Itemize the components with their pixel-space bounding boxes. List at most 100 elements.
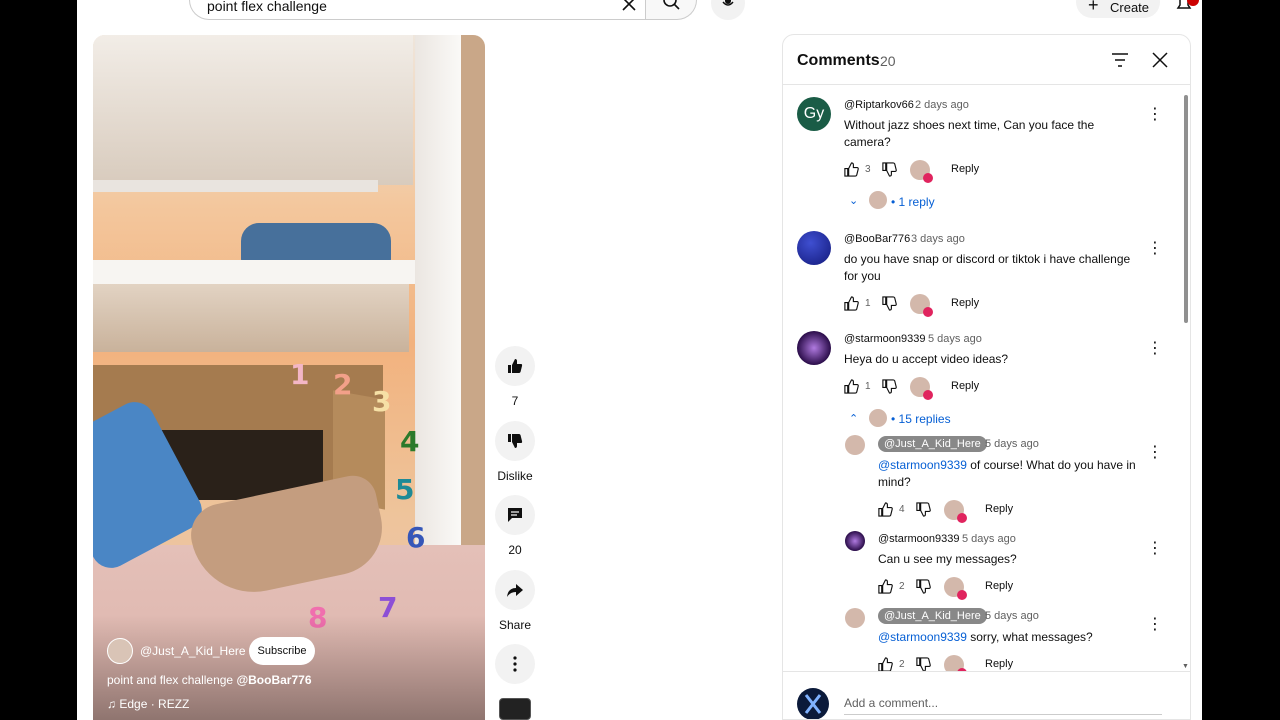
dislike-label: Dislike <box>497 469 533 483</box>
reply-button[interactable]: Reply <box>985 658 1013 670</box>
like-icon[interactable] <box>877 501 894 518</box>
dislike-button[interactable] <box>495 421 535 461</box>
video-shelf-post <box>415 35 463 555</box>
like-icon[interactable] <box>843 295 860 312</box>
comment-author[interactable]: @starmoon9339 <box>844 333 926 345</box>
channel-avatar[interactable] <box>107 638 133 664</box>
comment-author[interactable]: @Riptarkov66 <box>844 99 914 111</box>
like-count: 1 <box>865 381 871 392</box>
reply-button[interactable]: Reply <box>985 580 1013 592</box>
creator-heart-icon <box>944 500 967 523</box>
dislike-action[interactable]: Dislike <box>485 421 545 483</box>
reply-text: @starmoon9339 of course! What do you hav… <box>878 457 1136 491</box>
sort-icon[interactable] <box>1111 52 1129 73</box>
dislike-icon[interactable] <box>881 295 898 312</box>
comment-author[interactable]: @BooBar776 <box>844 233 910 245</box>
reply-author[interactable]: @starmoon9339 <box>878 533 960 545</box>
search-button[interactable] <box>645 0 697 20</box>
scrollbar-thumb[interactable] <box>1184 95 1188 323</box>
reply-time[interactable]: 5 days ago <box>962 533 1016 545</box>
video-title: point and flex challenge @BooBar776 <box>107 673 312 687</box>
reply-button[interactable]: Reply <box>951 380 979 392</box>
chevron-up-icon[interactable]: ⌃ <box>849 412 858 425</box>
creator-heart-icon <box>910 294 933 317</box>
reply-button[interactable]: Reply <box>951 297 979 309</box>
music-attribution[interactable]: ♫ Edge · REZZ <box>107 697 189 711</box>
like-action[interactable]: 7 <box>485 346 545 408</box>
reply-time[interactable]: 5 days ago <box>985 438 1039 450</box>
add-comment-input[interactable]: Add a comment... <box>844 696 1162 715</box>
reply-mention[interactable]: @starmoon9339 <box>878 458 967 472</box>
like-icon[interactable] <box>843 161 860 178</box>
comment-menu-icon[interactable]: ⋮ <box>1147 341 1163 357</box>
share-arrow-icon <box>507 584 523 597</box>
video-jeans <box>241 223 391 261</box>
video-title-mention[interactable]: @BooBar776 <box>236 673 311 687</box>
avatar[interactable] <box>845 435 865 455</box>
search-input[interactable]: point flex challenge <box>207 0 327 14</box>
scroll-down-arrow-icon[interactable]: ▼ <box>1182 663 1189 670</box>
reply-button[interactable]: Reply <box>951 163 979 175</box>
overlay-number-4: 4 <box>400 425 420 458</box>
avatar[interactable] <box>797 331 831 365</box>
dislike-icon[interactable] <box>881 378 898 395</box>
creator-heart-icon <box>944 577 967 600</box>
share-button[interactable] <box>495 570 535 610</box>
clear-search-icon[interactable] <box>621 0 637 12</box>
create-label: Create <box>1110 0 1150 15</box>
dislike-icon[interactable] <box>915 501 932 518</box>
like-icon[interactable] <box>843 378 860 395</box>
comment-menu-icon[interactable]: ⋮ <box>1147 617 1163 633</box>
reply-button[interactable]: Reply <box>985 503 1013 515</box>
music-note-icon: ♫ <box>107 697 116 711</box>
share-action[interactable]: Share <box>485 570 545 632</box>
sound-thumbnail[interactable] <box>499 698 531 720</box>
short-video-player[interactable]: 1 2 3 4 5 6 7 8 @Just_A_Kid_Here Subscri… <box>93 35 485 720</box>
reply-time[interactable]: 5 days ago <box>985 610 1039 622</box>
chevron-down-icon[interactable]: ⌄ <box>849 194 858 207</box>
subscribe-button[interactable]: Subscribe <box>249 637 315 665</box>
overlay-number-2: 2 <box>333 368 353 401</box>
comment-time[interactable]: 2 days ago <box>915 99 969 111</box>
like-count: 4 <box>899 504 905 515</box>
comments-action[interactable]: 20 <box>485 495 545 557</box>
comment-menu-icon[interactable]: ⋮ <box>1147 241 1163 257</box>
reply-avatar <box>869 409 887 427</box>
more-options-button[interactable] <box>495 644 535 684</box>
more-action[interactable] <box>485 644 545 684</box>
avatar[interactable] <box>845 608 865 628</box>
video-shelf-board <box>93 260 421 284</box>
dislike-icon[interactable] <box>915 578 932 595</box>
reply-text: @starmoon9339 sorry, what messages? <box>878 629 1136 646</box>
avatar[interactable] <box>797 231 831 265</box>
reply-mention[interactable]: @starmoon9339 <box>878 630 967 644</box>
reply-author[interactable]: @Just_A_Kid_Here <box>878 608 987 624</box>
comment-menu-icon[interactable]: ⋮ <box>1147 445 1163 461</box>
hide-replies-link[interactable]: • 15 replies <box>891 412 951 426</box>
comment-count: 20 <box>508 543 522 557</box>
current-user-avatar[interactable] <box>797 688 829 719</box>
like-button[interactable] <box>495 346 535 386</box>
close-icon[interactable] <box>1152 52 1168 73</box>
avatar[interactable]: Gy <box>797 97 831 131</box>
create-button[interactable]: + Create <box>1076 0 1160 18</box>
comments-panel: Comments 20 ▼ Gy @Riptarkov66 2 days ago… <box>782 34 1191 720</box>
more-vert-icon <box>513 656 517 672</box>
youtube-shorts-page: point flex challenge + Create 1 2 3 4 5 <box>77 0 1202 720</box>
reply-author[interactable]: @Just_A_Kid_Here <box>878 436 987 452</box>
channel-name[interactable]: @Just_A_Kid_Here <box>140 644 246 658</box>
dislike-icon[interactable] <box>881 161 898 178</box>
plus-icon: + <box>1088 0 1099 15</box>
avatar[interactable] <box>845 531 865 551</box>
comment-menu-icon[interactable]: ⋮ <box>1147 107 1163 123</box>
comment-menu-icon[interactable]: ⋮ <box>1147 541 1163 557</box>
voice-search-button[interactable] <box>711 0 745 20</box>
comments-button[interactable] <box>495 495 535 535</box>
music-label: Edge · REZZ <box>119 697 190 711</box>
comment-time[interactable]: 3 days ago <box>911 233 965 245</box>
like-count: 1 <box>865 298 871 309</box>
comment-text: do you have snap or discord or tiktok i … <box>844 252 1131 283</box>
like-icon[interactable] <box>877 578 894 595</box>
comment-time[interactable]: 5 days ago <box>928 333 982 345</box>
view-replies-link[interactable]: • 1 reply <box>891 195 935 209</box>
